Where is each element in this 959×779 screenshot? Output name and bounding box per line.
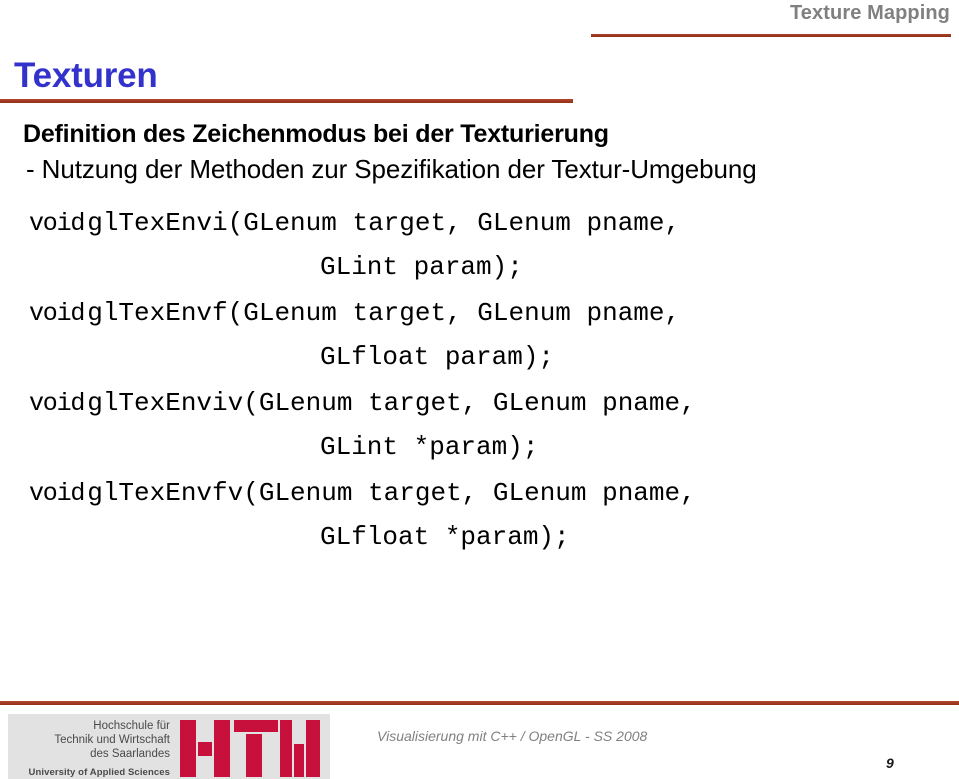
university-logo-text: Hochschule für Technik und Wirtschaft de… — [8, 714, 178, 779]
htw-wordmark-icon — [178, 714, 330, 779]
function-declaration: glTexEnvi(GLenum target, GLenum pname, — [87, 208, 681, 238]
title-divider-rule — [0, 99, 573, 103]
code-signature: void glTexEnvfv(GLenum target, GLenum pn… — [0, 478, 959, 568]
code-signature-list: void glTexEnvi(GLenum target, GLenum pna… — [0, 208, 959, 568]
signature-second-line: GLint param); — [320, 252, 523, 282]
function-declaration: glTexEnviv(GLenum target, GLenum pname, — [87, 388, 696, 418]
return-type-keyword: void — [29, 209, 85, 238]
content-subheading: - Nutzung der Methoden zur Spezifikation… — [26, 154, 757, 184]
content-heading: Definition des Zeichenmodus bei der Text… — [23, 120, 609, 148]
signature-second-line: GLint *param); — [320, 432, 539, 462]
university-name-line-3: des Saarlandes — [90, 748, 170, 760]
slide-content: Definition des Zeichenmodus bei der Text… — [0, 118, 959, 187]
code-signature: void glTexEnviv(GLenum target, GLenum pn… — [0, 388, 959, 478]
signature-first-line: void glTexEnvfv(GLenum target, GLenum pn… — [29, 478, 696, 508]
page-title: Texturen — [14, 56, 158, 95]
return-type-keyword: void — [29, 299, 85, 328]
header-divider-rule — [591, 34, 951, 37]
signature-second-line: GLfloat param); — [320, 342, 555, 372]
university-name-line-1: Hochschule für — [93, 720, 170, 732]
signature-second-line: GLfloat *param); — [320, 522, 570, 552]
university-name-line-2: Technik und Wirtschaft — [54, 734, 170, 746]
signature-first-line: void glTexEnviv(GLenum target, GLenum pn… — [29, 388, 696, 418]
code-signature: void glTexEnvf(GLenum target, GLenum pna… — [0, 298, 959, 388]
signature-first-line: void glTexEnvi(GLenum target, GLenum pna… — [29, 208, 680, 238]
footer-page-number: 9 — [886, 755, 894, 771]
code-signature: void glTexEnvi(GLenum target, GLenum pna… — [0, 208, 959, 298]
function-declaration: glTexEnvfv(GLenum target, GLenum pname, — [87, 478, 696, 508]
return-type-keyword: void — [29, 389, 85, 418]
university-logo: Hochschule für Technik und Wirtschaft de… — [8, 714, 330, 779]
return-type-keyword: void — [29, 479, 85, 508]
footer-divider-rule — [0, 701, 959, 705]
function-declaration: glTexEnvf(GLenum target, GLenum pname, — [87, 298, 681, 328]
signature-first-line: void glTexEnvf(GLenum target, GLenum pna… — [29, 298, 680, 328]
footer-course-label: Visualisierung mit C++ / OpenGL - SS 200… — [377, 728, 648, 744]
university-subtitle: University of Applied Sciences — [28, 767, 170, 778]
header-title: Texture Mapping — [789, 2, 950, 24]
